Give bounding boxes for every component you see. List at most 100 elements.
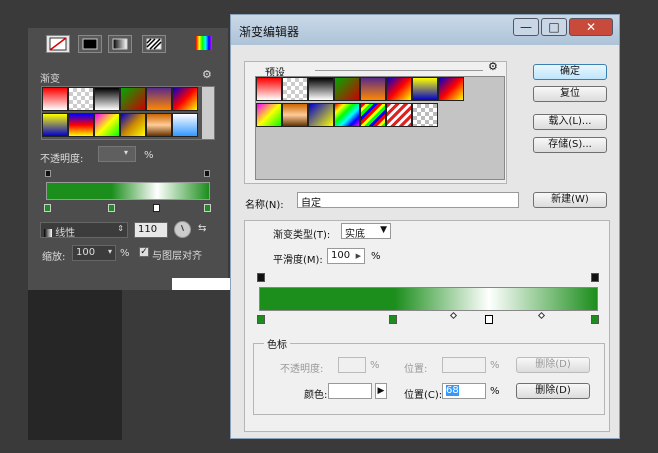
- chevron-down-icon: ⇕: [117, 224, 124, 233]
- preset-swatch[interactable]: [360, 77, 386, 101]
- preset-swatch[interactable]: [256, 77, 282, 101]
- opacity-input[interactable]: [98, 146, 136, 162]
- left-preset-swatch[interactable]: [146, 113, 172, 137]
- color-location-input[interactable]: 68: [442, 383, 486, 399]
- minimize-button[interactable]: —: [513, 18, 539, 36]
- color-stop[interactable]: [108, 204, 115, 212]
- maximize-button[interactable]: □: [541, 18, 567, 36]
- color-location-unit: %: [490, 386, 500, 397]
- color-stop-selected[interactable]: [153, 204, 160, 212]
- color-stop[interactable]: [204, 204, 211, 212]
- no-gradient-icon[interactable]: [46, 35, 70, 53]
- preset-swatch[interactable]: [412, 77, 438, 101]
- color-stop[interactable]: [44, 204, 51, 212]
- pattern-fill-icon[interactable]: [142, 35, 166, 53]
- delete-opacity-button[interactable]: 删除(D): [516, 357, 590, 373]
- midpoint-diamond[interactable]: [537, 311, 546, 320]
- preset-swatch[interactable]: [282, 103, 308, 127]
- gradient-fill-icon[interactable]: [108, 35, 132, 53]
- left-preset-swatch[interactable]: [42, 87, 68, 111]
- color-stop[interactable]: [591, 315, 599, 324]
- gradient-type-value: 实底: [345, 229, 365, 240]
- smoothness-unit: %: [371, 251, 381, 262]
- opacity-stop-right[interactable]: [204, 170, 210, 177]
- left-preset-swatch[interactable]: [146, 87, 172, 111]
- gradient-type-value: 线性: [55, 228, 76, 239]
- opacity-unit: %: [370, 360, 380, 371]
- delete-color-button[interactable]: 删除(D): [516, 383, 590, 399]
- angle-dial-icon[interactable]: [174, 221, 191, 238]
- linear-gradient-icon: [44, 229, 52, 237]
- preset-swatch[interactable]: [360, 103, 386, 127]
- opacity-label: 不透明度:: [280, 364, 324, 375]
- new-button[interactable]: 新建(W): [533, 192, 607, 208]
- chevron-right-icon[interactable]: ▶: [375, 383, 387, 399]
- save-button[interactable]: 存储(S)...: [533, 137, 607, 153]
- preset-swatch[interactable]: [334, 103, 360, 127]
- preset-swatch[interactable]: [256, 103, 282, 127]
- left-preset-swatch[interactable]: [120, 113, 146, 137]
- color-stop[interactable]: [389, 315, 397, 324]
- left-preset-swatch[interactable]: [94, 87, 120, 111]
- smoothness-input[interactable]: 100 ▶: [327, 248, 365, 264]
- gear-icon[interactable]: ⚙: [202, 68, 212, 81]
- preset-swatch[interactable]: [334, 77, 360, 101]
- load-button[interactable]: 载入(L)...: [533, 114, 607, 130]
- left-preset-swatch[interactable]: [68, 113, 94, 137]
- left-preset-swatch[interactable]: [68, 87, 94, 111]
- gradient-bar[interactable]: [259, 287, 598, 311]
- preset-swatch[interactable]: [438, 77, 464, 101]
- left-preset-scrollbar[interactable]: [202, 87, 214, 139]
- title-bar: 渐变编辑器 — □ ✕: [231, 15, 619, 45]
- chevron-down-icon[interactable]: ▾: [124, 148, 128, 157]
- gear-icon[interactable]: ⚙: [488, 60, 498, 73]
- left-preset-swatch[interactable]: [172, 87, 198, 111]
- left-preset-swatch[interactable]: [172, 113, 198, 137]
- color-stop[interactable]: [257, 315, 265, 324]
- close-button[interactable]: ✕: [569, 18, 613, 36]
- canvas-area: [172, 278, 230, 290]
- color-stop-selected[interactable]: [485, 315, 493, 324]
- opacity-stop-left[interactable]: [257, 273, 265, 282]
- align-label: 与图层对齐: [152, 251, 202, 262]
- gradient-type-select[interactable]: 线性 ⇕: [40, 222, 128, 239]
- left-preset-grid: [41, 86, 215, 140]
- opacity-stop-right[interactable]: [591, 273, 599, 282]
- align-checkbox[interactable]: ✓: [139, 247, 149, 257]
- preset-swatch[interactable]: [412, 103, 438, 127]
- smoothness-label: 平滑度(M):: [273, 255, 323, 266]
- gradient-type-select[interactable]: 实底 ▼: [341, 223, 391, 240]
- preset-swatch[interactable]: [282, 77, 308, 101]
- left-preset-swatch[interactable]: [94, 113, 120, 137]
- divider: [315, 70, 483, 71]
- color-swatch[interactable]: [328, 383, 372, 399]
- preset-grid: [255, 76, 505, 180]
- midpoint-diamond[interactable]: [449, 311, 458, 320]
- preset-swatch[interactable]: [386, 103, 412, 127]
- preset-swatch[interactable]: [386, 77, 412, 101]
- gradient-settings-group: 渐变类型(T): 实底 ▼ 平滑度(M): 100 ▶ % 色标 不透明度: %: [244, 220, 610, 432]
- preset-swatch[interactable]: [308, 103, 334, 127]
- color-picker-icon[interactable]: [196, 36, 212, 50]
- scale-unit: %: [120, 248, 130, 259]
- opacity-unit: %: [144, 150, 154, 161]
- angle-input[interactable]: 110: [134, 222, 168, 238]
- opacity-location-label: 位置:: [404, 364, 428, 375]
- scale-input[interactable]: 100 ▾: [72, 245, 116, 261]
- reset-button[interactable]: 复位: [533, 86, 607, 102]
- gradient-type-label: 渐变类型(T):: [273, 230, 331, 241]
- ok-button[interactable]: 确定: [533, 64, 607, 80]
- left-preset-swatch[interactable]: [42, 113, 68, 137]
- stops-group-title: 色标: [264, 336, 290, 351]
- name-label: 名称(N):: [245, 200, 284, 211]
- left-preset-swatch[interactable]: [120, 87, 146, 111]
- opacity-stop-left[interactable]: [45, 170, 51, 177]
- solid-fill-icon[interactable]: [78, 35, 102, 53]
- color-location-label: 位置(C):: [404, 390, 443, 401]
- reverse-icon[interactable]: ⇆: [198, 223, 206, 234]
- left-gradient-bar[interactable]: [46, 182, 210, 200]
- preset-swatch[interactable]: [308, 77, 334, 101]
- name-input[interactable]: 自定: [297, 192, 519, 209]
- stops-subgroup: 色标 不透明度: % 位置: % 删除(D) 颜色: ▶ 位置(C): 68 %…: [253, 336, 605, 415]
- chevron-right-icon: ▶: [355, 252, 361, 260]
